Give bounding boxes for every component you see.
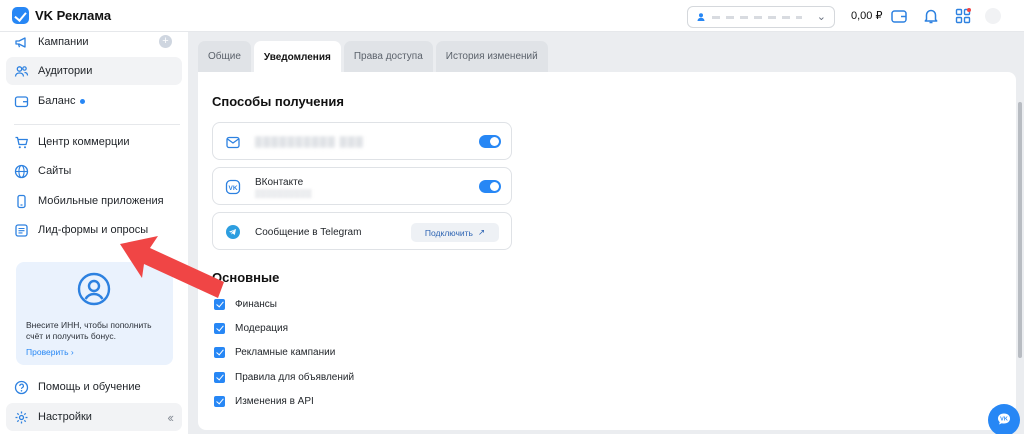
- inn-promo-card: Внесите ИНН, чтобы пополнить счёт и полу…: [16, 262, 173, 365]
- telegram-channel-title: Сообщение в Telegram: [255, 227, 362, 238]
- external-arrow-icon: ↗: [477, 227, 486, 237]
- main-notifications-title: Основные: [212, 270, 280, 285]
- delivery-methods-title: Способы получения: [212, 94, 344, 109]
- main-content: Общие Уведомления Права доступа История …: [188, 32, 1024, 434]
- sidebar-item-mobile-apps[interactable]: Мобильные приложения: [6, 187, 182, 215]
- sidebar-item-balance[interactable]: Баланс: [6, 87, 182, 115]
- email-icon: [226, 136, 240, 149]
- wallet-icon: [14, 95, 29, 107]
- tab-general[interactable]: Общие: [198, 41, 251, 72]
- vk-icon: VK: [225, 179, 241, 195]
- checkbox-api-changes[interactable]: Изменения в API: [214, 396, 314, 407]
- email-channel-card: ▒▒▒▒▒▒▒▒▒▒ ▒▒▒: [212, 122, 512, 160]
- sidebar-item-label: Помощь и обучение: [38, 381, 141, 393]
- people-icon: [14, 65, 29, 77]
- cart-icon: [15, 136, 28, 148]
- sidebar-item-label: Лид-формы и опросы: [38, 224, 149, 236]
- notifications-panel: Способы получения ▒▒▒▒▒▒▒▒▒▒ ▒▒▒ VK ВКон…: [198, 72, 1016, 430]
- svg-text:VK: VK: [228, 185, 237, 192]
- notification-dot: [80, 98, 86, 104]
- checkbox-checked-icon[interactable]: [214, 372, 225, 383]
- vk-toggle[interactable]: [479, 180, 501, 193]
- checkbox-checked-icon[interactable]: [214, 347, 225, 358]
- page-scrollbar[interactable]: [1018, 102, 1022, 358]
- sidebar-item-commerce[interactable]: Центр коммерции: [6, 128, 182, 156]
- help-circle-icon: [14, 380, 29, 394]
- tab-change-history[interactable]: История изменений: [435, 41, 548, 72]
- email-address: ▒▒▒▒▒▒▒▒▒▒ ▒▒▒: [255, 137, 364, 148]
- sidebar-item-audiences[interactable]: Аудитории: [6, 57, 182, 85]
- sidebar-item-campaigns[interactable]: Кампании +: [6, 28, 182, 56]
- globe-icon: [14, 164, 29, 178]
- checkbox-ad-rules[interactable]: Правила для объявлений: [214, 372, 354, 383]
- balance-value[interactable]: 0,00 ₽: [851, 9, 882, 22]
- tab-notifications[interactable]: Уведомления: [253, 41, 341, 73]
- phone-icon: [17, 194, 26, 208]
- bell-icon[interactable]: [922, 7, 940, 25]
- account-selector[interactable]: ⌄: [687, 6, 835, 28]
- vk-channel-card: VK ВКонтакте ▒▒▒▒▒▒▒▒▒▒: [212, 167, 512, 205]
- checkbox-ad-campaigns[interactable]: Рекламные кампании: [214, 347, 335, 358]
- account-name-blurred: [712, 16, 802, 19]
- sidebar-item-lead-forms[interactable]: Лид-формы и опросы: [6, 216, 182, 244]
- tab-access-rights[interactable]: Права доступа: [343, 41, 433, 72]
- vk-chat-icon: VK: [998, 413, 1010, 425]
- sidebar-item-label: Баланс: [38, 95, 76, 107]
- sidebar: Кампании + Аудитории Баланс Центр коммер…: [0, 32, 188, 434]
- support-chat-button[interactable]: VK: [988, 404, 1020, 434]
- sidebar-item-label: Сайты: [38, 165, 72, 177]
- promo-text: Внесите ИНН, чтобы пополнить счёт и полу…: [26, 320, 152, 341]
- user-circle-icon: [77, 272, 111, 306]
- collapse-sidebar-icon[interactable]: ‹‹: [167, 410, 174, 425]
- sidebar-item-settings[interactable]: Настройки ‹‹: [6, 403, 182, 431]
- sidebar-divider: [14, 124, 180, 125]
- gear-icon: [15, 411, 28, 423]
- wallet-icon[interactable]: [890, 7, 908, 25]
- sidebar-item-label: Центр коммерции: [38, 136, 130, 148]
- vk-channel-title: ВКонтакте: [255, 177, 304, 188]
- app-logo[interactable]: VK Реклама: [12, 7, 111, 24]
- promo-check-link[interactable]: Проверить ›: [26, 347, 74, 357]
- sidebar-item-help[interactable]: Помощь и обучение: [6, 373, 182, 401]
- sidebar-item-label: Аудитории: [38, 65, 93, 77]
- telegram-channel-card: Сообщение в Telegram Подключить ↗: [212, 212, 512, 250]
- sidebar-item-label: Мобильные приложения: [38, 195, 164, 207]
- megaphone-icon: [15, 36, 26, 48]
- sidebar-item-label: Кампании: [38, 36, 89, 48]
- telegram-connect-button[interactable]: Подключить ↗: [411, 223, 499, 242]
- app-title: VK Реклама: [35, 8, 112, 23]
- checkbox-checked-icon[interactable]: [214, 323, 225, 334]
- sidebar-item-label: Настройки: [38, 411, 92, 423]
- vk-ads-logo-icon: [12, 7, 29, 24]
- chevron-down-icon: ⌄: [816, 11, 826, 23]
- checkbox-checked-icon[interactable]: [214, 396, 225, 407]
- settings-tabs: Общие Уведомления Права доступа История …: [198, 41, 548, 73]
- telegram-icon: [226, 225, 240, 239]
- vk-account-name: ▒▒▒▒▒▒▒▒▒▒: [255, 189, 312, 198]
- checkbox-checked-icon[interactable]: [214, 299, 225, 310]
- profile-avatar[interactable]: [985, 8, 1001, 24]
- form-list-icon: [15, 223, 28, 237]
- email-toggle[interactable]: [479, 135, 501, 148]
- sidebar-item-sites[interactable]: Сайты: [6, 157, 182, 185]
- add-campaign-button[interactable]: +: [159, 35, 172, 48]
- user-icon: [697, 13, 705, 21]
- apps-grid-icon[interactable]: [954, 7, 972, 25]
- checkbox-moderation[interactable]: Модерация: [214, 323, 288, 334]
- svg-text:VK: VK: [1000, 417, 1008, 423]
- checkbox-finances[interactable]: Финансы: [214, 299, 277, 310]
